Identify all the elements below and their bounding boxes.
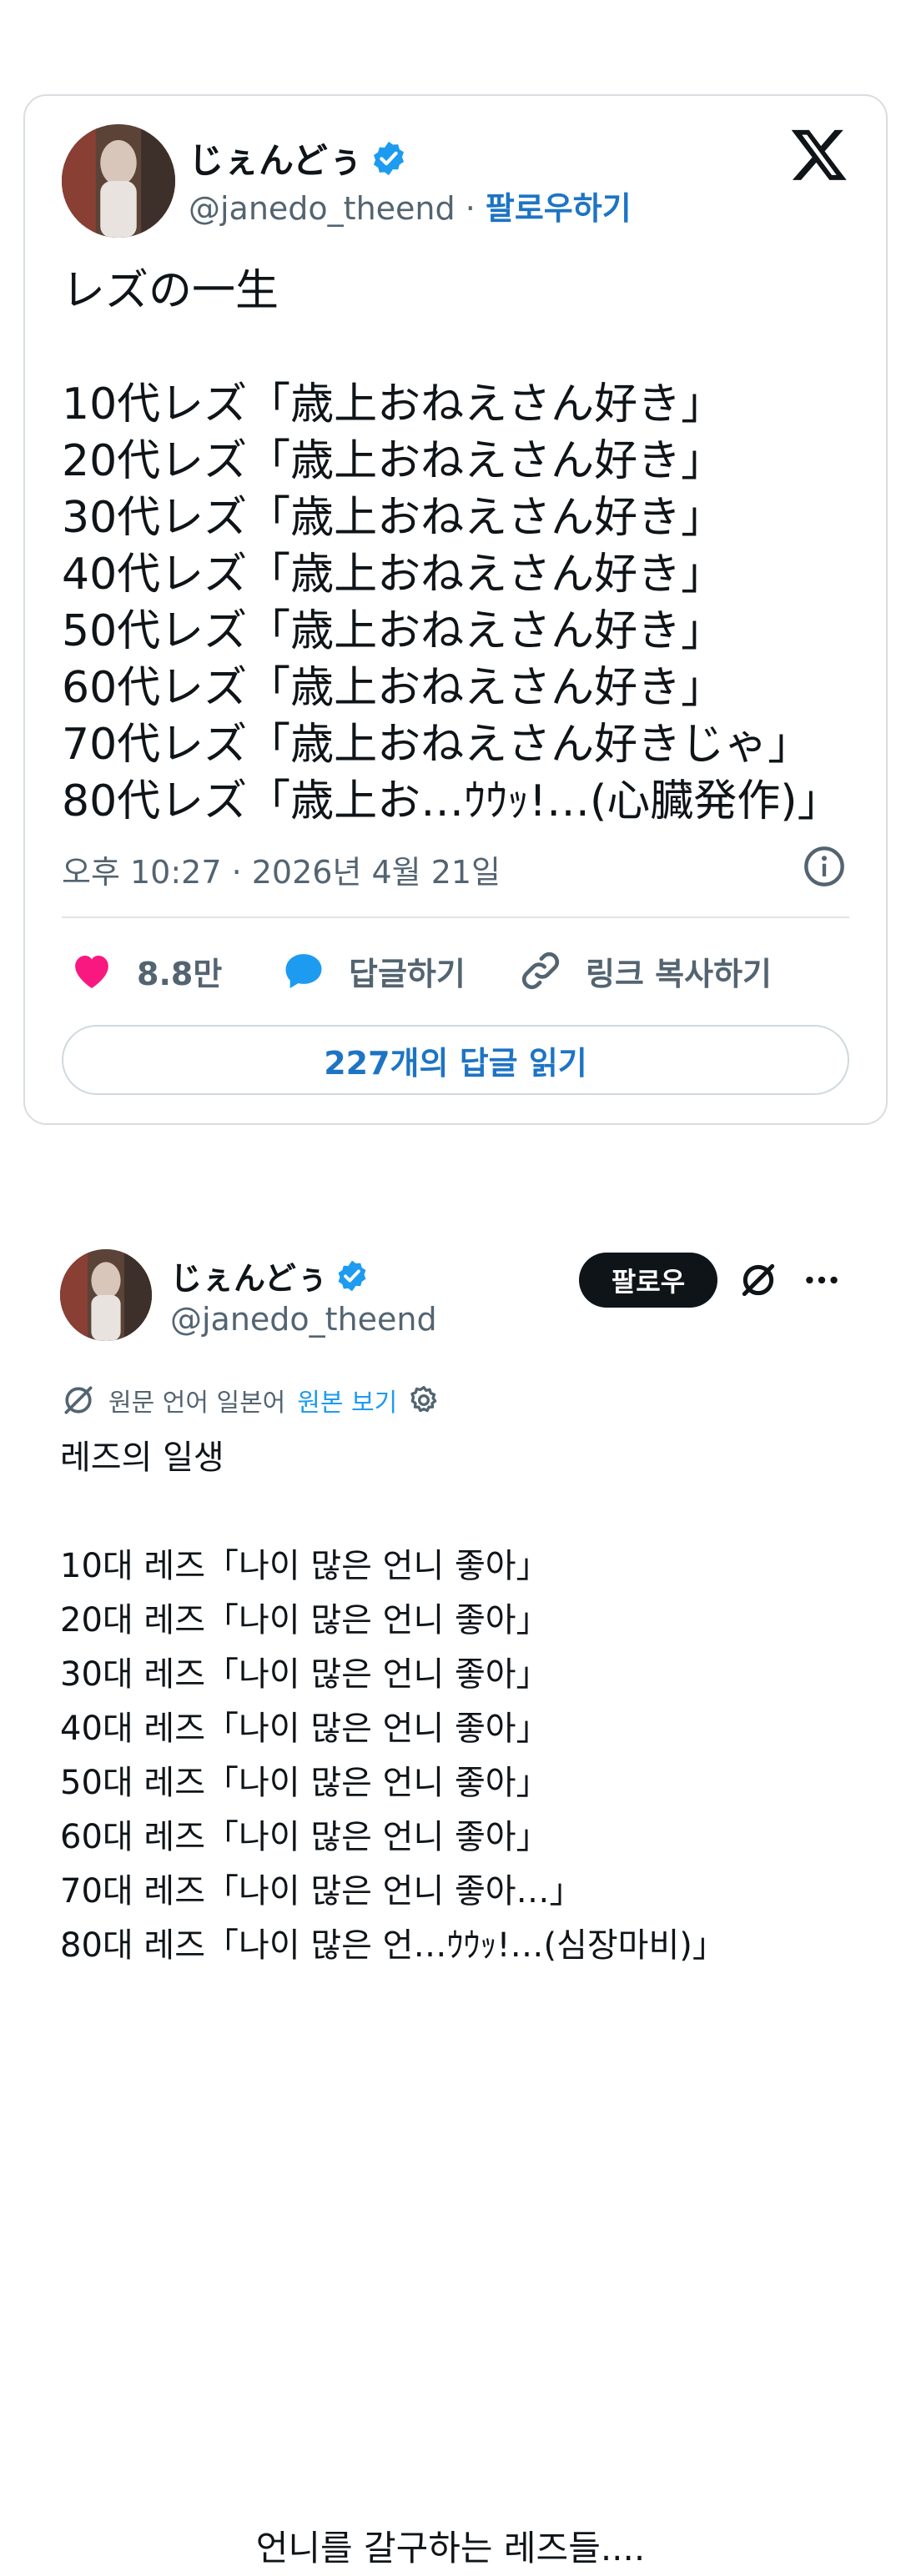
handle[interactable]: @janedo_theend xyxy=(189,190,456,227)
display-name-text: じぇんどぅ xyxy=(189,140,363,181)
follow-link[interactable]: 팔로우하기 xyxy=(486,190,632,227)
info-icon[interactable] xyxy=(803,845,846,888)
caption: 언니를 갈구하는 레즈들.... xyxy=(255,2528,646,2568)
handle[interactable]: @janedo_theend xyxy=(170,1301,437,1338)
x-logo-icon[interactable] xyxy=(789,124,849,184)
translated-text: 레즈의 일생 10대 레즈「나이 많은 언니 좋아」 20대 레즈「나이 많은 … xyxy=(60,1439,726,1965)
avatar-image xyxy=(62,124,175,238)
read-replies-button[interactable]: 227개의 답글 읽기 xyxy=(62,1025,849,1095)
handle-row: @janedo_theend · 팔로우하기 xyxy=(189,183,632,228)
follow-button-label: 팔로우 xyxy=(611,1266,686,1298)
divider xyxy=(62,916,849,918)
copy-link-label: 링크 복사하기 xyxy=(586,955,772,992)
settings-icon[interactable] xyxy=(407,1383,440,1417)
display-name-text: じぇんどぅ xyxy=(170,1260,328,1297)
translation-bar: 원문 언어 일본어 원본 보기 xyxy=(60,1381,440,1419)
verified-badge-icon xyxy=(335,1258,370,1293)
tweet-text: レズの一生 10代レズ「歳上おねえさん好き」 20代レズ「歳上おねえさん好き」 … xyxy=(62,266,841,826)
avatar[interactable] xyxy=(60,1249,152,1341)
show-original-link[interactable]: 원본 보기 xyxy=(297,1382,397,1419)
copy-link-button[interactable]: 링크 복사하기 xyxy=(517,943,772,998)
read-replies-label: 227개의 답글 읽기 xyxy=(324,1044,587,1082)
reply-label: 답글하기 xyxy=(349,955,466,992)
avatar-image xyxy=(60,1249,152,1341)
display-name[interactable]: じぇんどぅ xyxy=(189,133,408,183)
more-icon[interactable] xyxy=(801,1259,843,1301)
grok-icon[interactable] xyxy=(737,1259,779,1301)
heart-icon xyxy=(68,947,115,994)
like-button[interactable]: 8.8만 xyxy=(68,943,222,998)
link-icon xyxy=(517,947,564,994)
translate-icon xyxy=(60,1382,97,1419)
reply-button[interactable]: 답글하기 xyxy=(280,943,466,998)
separator: · xyxy=(455,190,486,227)
verified-badge-icon xyxy=(370,139,408,178)
like-count: 8.8만 xyxy=(137,955,223,992)
display-name[interactable]: じぇんどぅ xyxy=(170,1253,370,1298)
timestamp[interactable]: 오후 10:27 · 2026년 4월 21일 xyxy=(62,846,501,892)
follow-button[interactable]: 팔로우 xyxy=(579,1253,717,1308)
reply-bubble-icon xyxy=(280,947,327,994)
avatar[interactable] xyxy=(62,124,175,238)
tweet-embed-card: じぇんどぅ @janedo_theend · 팔로우하기 レズの一生 10代レズ… xyxy=(23,94,888,1125)
translation-note: 원문 언어 일본어 xyxy=(108,1388,286,1418)
